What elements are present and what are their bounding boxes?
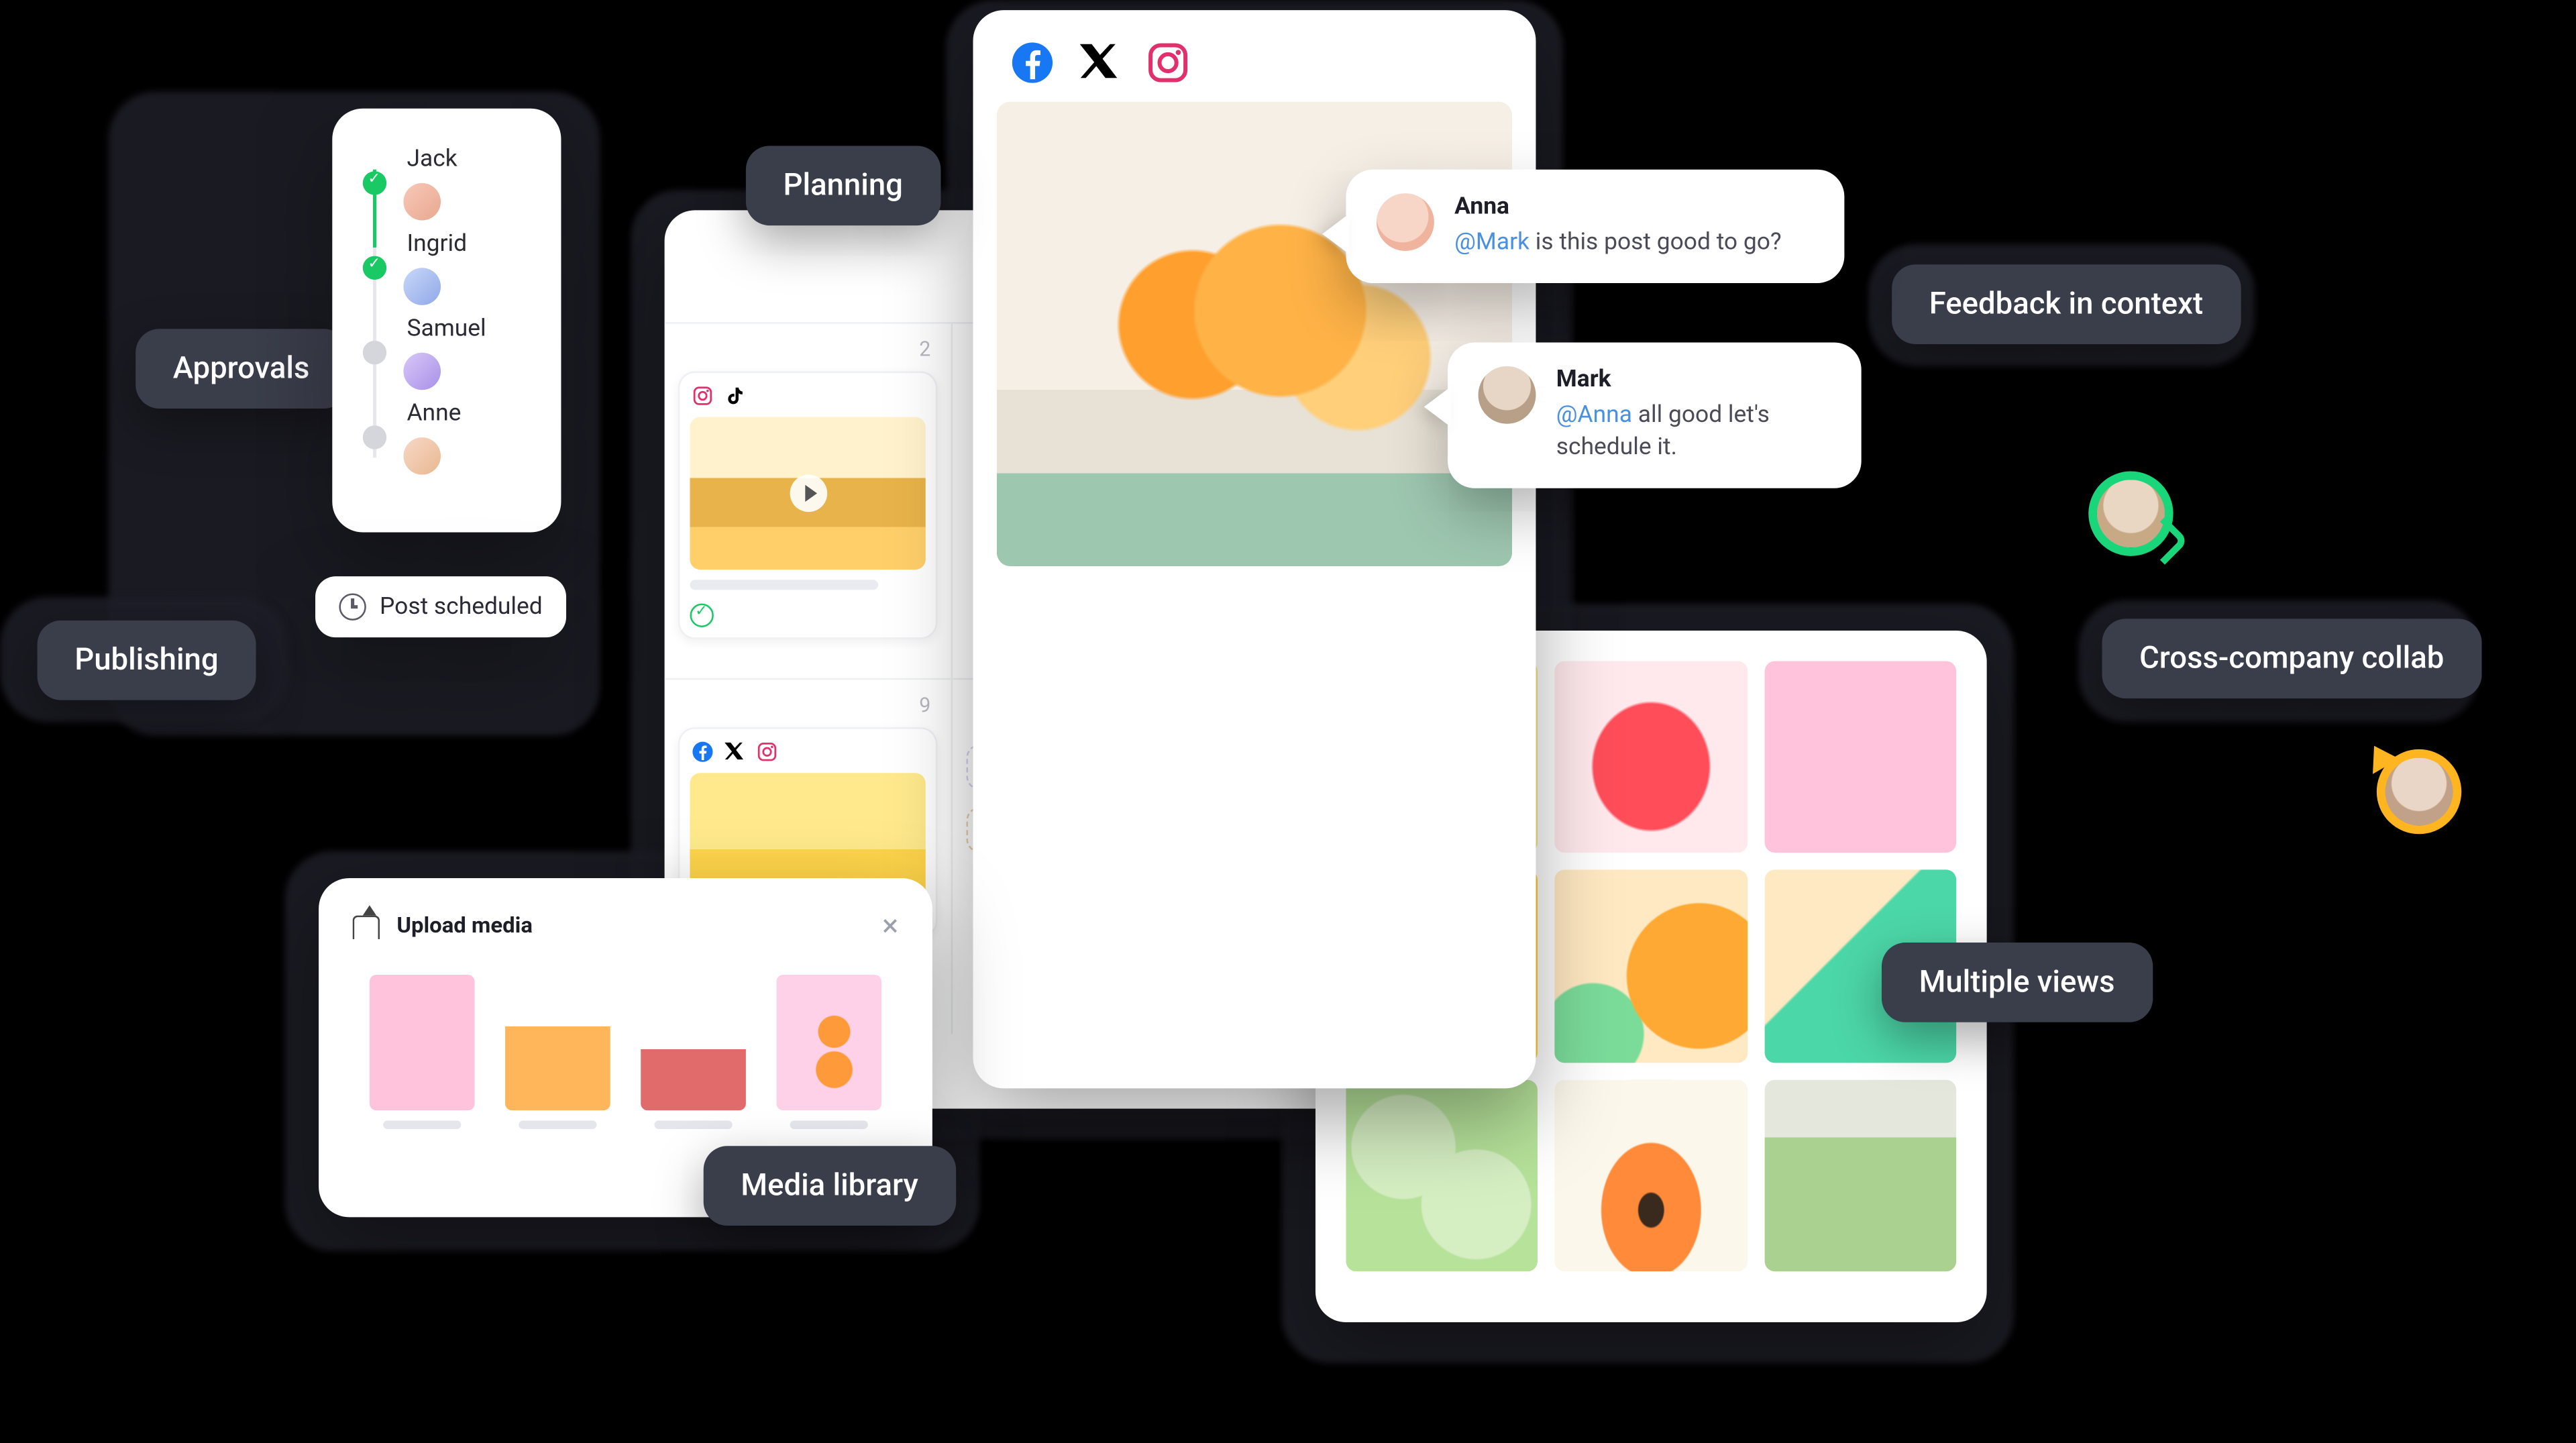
check-icon — [363, 171, 386, 195]
media-item[interactable] — [776, 975, 881, 1129]
media-library-pill: Media library — [704, 1146, 956, 1226]
media-thumbnail — [505, 975, 610, 1110]
x-icon[interactable] — [1078, 41, 1122, 85]
caption-placeholder — [690, 580, 878, 590]
calendar-cell[interactable]: 2 — [665, 322, 953, 678]
filename-placeholder — [654, 1120, 732, 1129]
approved-icon — [690, 604, 713, 627]
media-title: Upload media — [396, 914, 865, 939]
comment-bubble[interactable]: Anna @Mark is this post good to go? — [1346, 170, 1844, 283]
publishing-pill: Publishing — [38, 621, 256, 700]
comment-text: @Anna all good let's schedule it. — [1556, 400, 1831, 464]
gallery-tile[interactable] — [1346, 1079, 1538, 1271]
comment-author: Anna — [1454, 193, 1781, 220]
multiple-views-pill: Multiple views — [1882, 943, 2152, 1022]
instagram-icon[interactable] — [1146, 41, 1190, 85]
media-item[interactable] — [505, 975, 610, 1129]
media-thumbnail — [776, 975, 881, 1110]
avatar — [1479, 366, 1536, 424]
gallery-tile[interactable] — [1555, 1079, 1747, 1271]
pending-dot-icon — [363, 425, 386, 449]
approver-name: Ingrid — [407, 231, 467, 258]
instagram-icon — [755, 739, 778, 763]
tiktok-icon — [722, 383, 746, 407]
approval-step[interactable]: Samuel — [363, 315, 531, 390]
gallery-tile[interactable] — [1555, 661, 1747, 853]
media-item[interactable] — [641, 975, 746, 1129]
mention[interactable]: @Anna — [1556, 402, 1632, 429]
pending-dot-icon — [363, 341, 386, 364]
play-icon — [789, 475, 826, 513]
approval-step[interactable]: Anne — [363, 400, 531, 474]
scheduled-post[interactable] — [678, 371, 938, 639]
comment-bubble[interactable]: Mark @Anna all good let's schedule it. — [1448, 342, 1862, 488]
scheduled-label: Post scheduled — [380, 593, 543, 620]
approval-step[interactable]: Jack — [363, 146, 531, 220]
approver-name: Samuel — [407, 315, 486, 342]
upload-icon — [353, 914, 380, 938]
media-item[interactable] — [370, 975, 475, 1129]
avatar — [403, 353, 441, 390]
feedback-pill: Feedback in context — [1892, 264, 2241, 344]
avatar — [403, 437, 441, 475]
collaborator-cursor — [2088, 472, 2173, 556]
check-icon — [363, 256, 386, 280]
date-label: 2 — [678, 334, 938, 372]
clock-icon — [339, 593, 366, 620]
approvals-pill: Approvals — [136, 329, 347, 409]
gallery-tile[interactable] — [1764, 1079, 1956, 1271]
approvals-card: Jack Ingrid Samuel Anne — [332, 109, 561, 533]
filename-placeholder — [383, 1120, 461, 1129]
comment-author: Mark — [1556, 366, 1831, 393]
post-scheduled-chip: Post scheduled — [315, 576, 566, 637]
avatar — [403, 183, 441, 221]
gallery-tile[interactable] — [1555, 870, 1747, 1062]
filename-placeholder — [790, 1120, 868, 1129]
gallery-tile[interactable] — [1764, 661, 1956, 853]
facebook-icon — [690, 739, 713, 763]
close-icon[interactable]: × — [882, 908, 898, 944]
avatar — [1377, 193, 1434, 251]
media-thumbnail — [370, 975, 475, 1110]
facebook-icon[interactable] — [1010, 41, 1055, 85]
date-label: 9 — [678, 690, 938, 727]
filename-placeholder — [519, 1120, 596, 1129]
mention[interactable]: @Mark — [1454, 229, 1529, 256]
collaborator-cursor — [2377, 749, 2461, 834]
avatar — [403, 268, 441, 305]
approver-name: Anne — [407, 400, 461, 427]
instagram-icon — [690, 383, 713, 407]
planning-pill: Planning — [746, 146, 941, 225]
media-thumbnail — [641, 975, 746, 1110]
approver-name: Jack — [407, 146, 457, 172]
x-icon — [722, 739, 746, 763]
post-thumbnail — [690, 417, 925, 570]
comment-text: @Mark is this post good to go? — [1454, 227, 1781, 260]
approval-step[interactable]: Ingrid — [363, 231, 531, 305]
cross-company-pill: Cross-company collab — [2102, 619, 2481, 698]
